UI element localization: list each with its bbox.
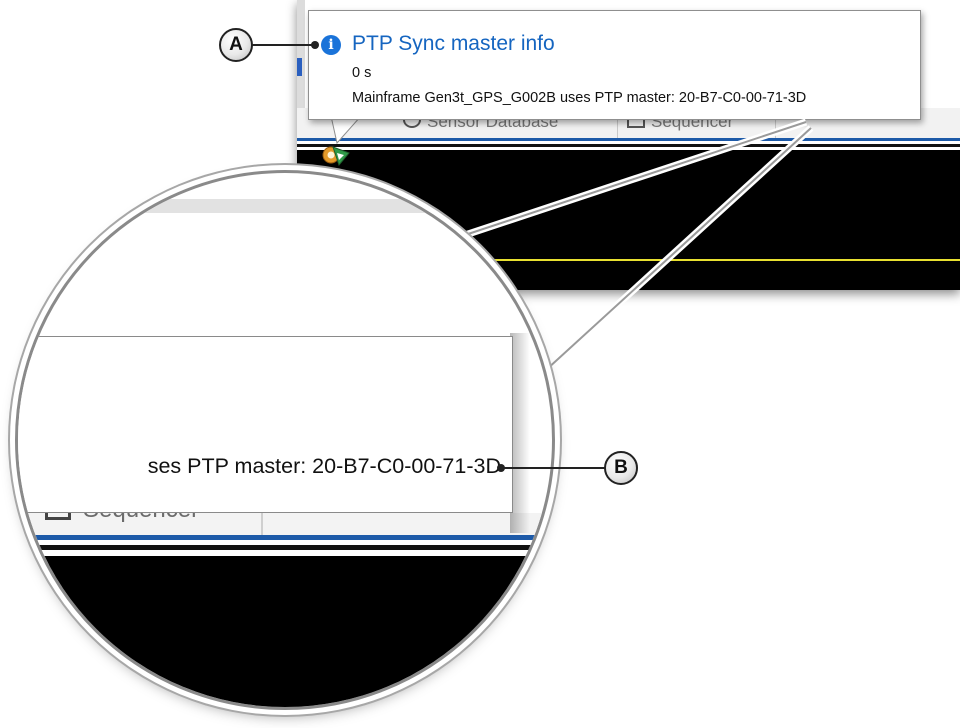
- magnified-tab-underline: [18, 535, 552, 540]
- magnified-content: Sequencer ses PTP master: 20-B7-C0-00-71…: [18, 173, 552, 707]
- callout-a: A: [219, 28, 253, 62]
- callout-a-dot: [311, 41, 319, 49]
- magnifier-lens: Sequencer ses PTP master: 20-B7-C0-00-71…: [15, 170, 555, 710]
- magnified-notification: ses PTP master: 20-B7-C0-00-71-3D: [18, 336, 513, 513]
- callout-b: B: [604, 451, 638, 485]
- callout-b-leader: [502, 467, 606, 469]
- annotated-screenshot: Sensor Database Sequencer i PTP Sync mas…: [0, 0, 960, 728]
- callout-b-dot: [497, 464, 505, 472]
- magnified-message: ses PTP master: 20-B7-C0-00-71-3D: [147, 454, 501, 478]
- callout-a-leader: [252, 44, 314, 46]
- magnified-window-edge: [18, 199, 552, 213]
- magnified-trace-view: [18, 556, 552, 707]
- magnified-balloon-shadow: [510, 333, 530, 533]
